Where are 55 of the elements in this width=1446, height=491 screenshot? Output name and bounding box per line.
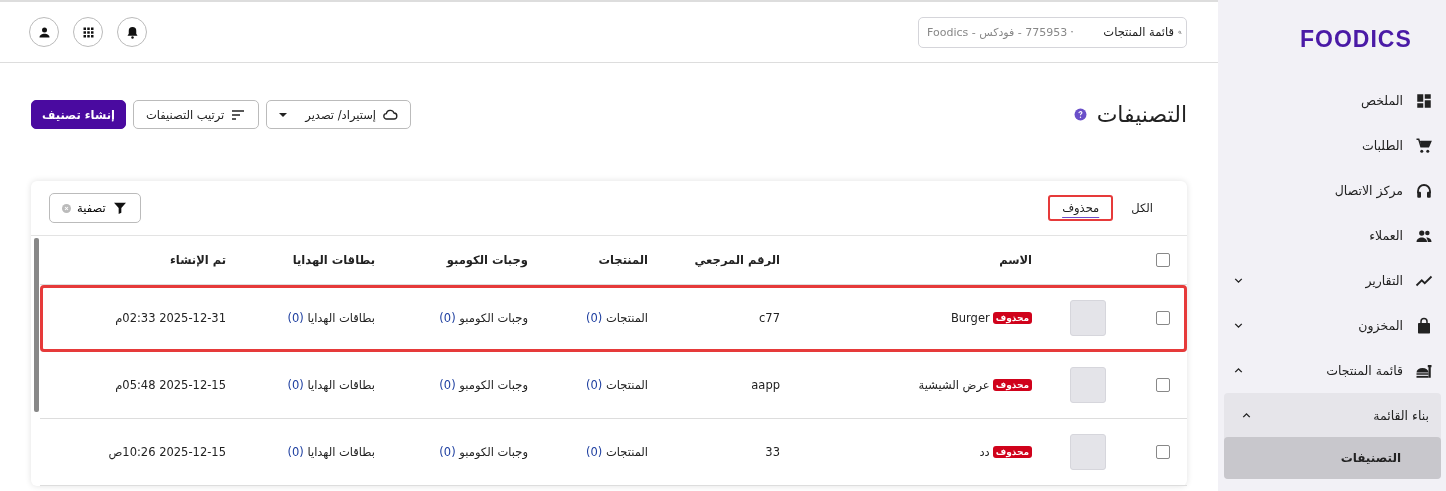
nav-item[interactable]: التصنيفات <box>1224 437 1441 479</box>
table-cell-text: c77 <box>758 311 781 325</box>
nav-item[interactable]: العملاء <box>1218 213 1446 258</box>
deleted-badge: محذوف <box>992 446 1032 458</box>
page-title: التصنيفات <box>1096 102 1187 127</box>
table-cell: دد <box>979 445 990 459</box>
dashboard-icon <box>1415 91 1433 110</box>
table-cell-text: 33 <box>764 445 781 459</box>
deleted-badge: محذوف <box>992 312 1032 324</box>
column-header: وجبات الكومبو <box>445 253 529 267</box>
bag-icon <box>1415 316 1433 335</box>
bell-button[interactable] <box>117 17 147 47</box>
help-icon[interactable] <box>1073 108 1087 121</box>
headset-icon <box>1415 181 1433 200</box>
thumbnail <box>1070 300 1106 336</box>
checkbox[interactable] <box>1156 253 1170 267</box>
scrollbar[interactable] <box>34 238 39 412</box>
create-button[interactable]: إنشاء تصنيف <box>31 100 126 129</box>
deleted-badge: محذوف <box>992 379 1032 391</box>
tab[interactable]: الكل <box>1117 195 1167 221</box>
sort-button[interactable]: ترتيب التصنيفات <box>132 100 260 129</box>
caret-icon <box>279 112 288 117</box>
column-header: الاسم <box>998 253 1033 267</box>
column-header: بطاقات الهدايا <box>291 253 376 267</box>
checkbox[interactable] <box>1156 378 1170 392</box>
table-cell: Burger <box>950 311 990 325</box>
apps-button[interactable] <box>73 17 103 47</box>
filter-button[interactable]: تصفية <box>49 193 141 223</box>
column-header: الرقم المرجعي <box>693 253 781 267</box>
nav-item[interactable]: الملخص <box>1218 78 1446 123</box>
column-header: تم الإنشاء <box>168 253 227 267</box>
checkbox[interactable] <box>1156 445 1170 459</box>
clear-icon[interactable] <box>62 203 71 213</box>
thumbnail <box>1070 434 1106 470</box>
nav-item[interactable]: مركز الاتصال <box>1218 168 1446 213</box>
table-cell-text: 2025-12-15 05:48م <box>114 378 227 392</box>
table-cell-text: aapp <box>750 378 781 392</box>
table-cell-text: 2025-12-15 10:26ص <box>107 445 227 459</box>
nav-item[interactable]: الطلبات <box>1218 123 1446 168</box>
table-cell: عرض الشيشية <box>918 378 990 392</box>
table-cell-text: 2025-12-31 02:33م <box>114 311 227 325</box>
logo: FOODICS <box>1299 25 1413 54</box>
import-export-button[interactable]: إستيراد/ تصدير <box>266 100 412 129</box>
cart-icon <box>1415 136 1433 155</box>
nav-item[interactable]: قائمة المنتجات <box>1218 348 1446 393</box>
tab[interactable]: محذوف <box>1048 195 1114 221</box>
nav-item[interactable]: التقارير <box>1218 258 1446 303</box>
column-header: المنتجات <box>597 253 649 267</box>
search-field[interactable]: قائمة المنتجات 775953 - فودكس - Foodics <box>918 16 1187 48</box>
nav-item[interactable]: المخزون <box>1218 303 1446 348</box>
nav-item[interactable]: بناء القائمة <box>1224 393 1441 437</box>
person-button[interactable] <box>29 17 59 47</box>
checkbox[interactable] <box>1156 311 1170 325</box>
thumbnail <box>1070 367 1106 403</box>
caret-icon <box>1071 30 1074 34</box>
